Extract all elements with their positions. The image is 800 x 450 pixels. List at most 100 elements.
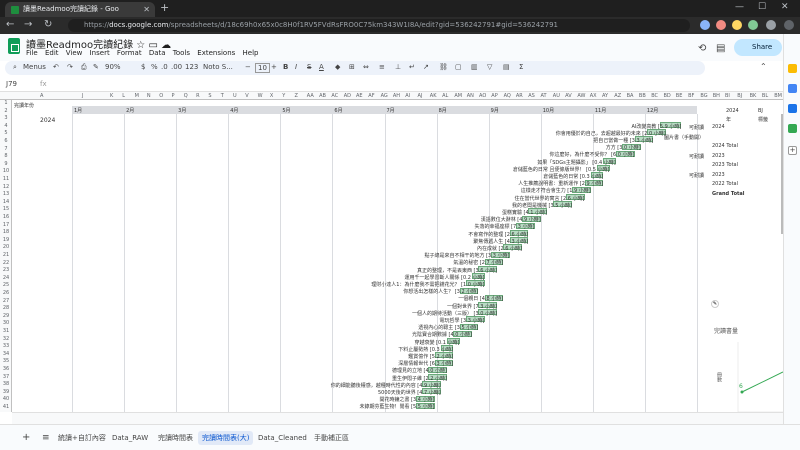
add-sheet-button[interactable]: + [18, 431, 34, 445]
column-header[interactable]: AL [442, 93, 448, 99]
row-header[interactable]: 1 [0, 100, 12, 106]
column-header[interactable]: X [270, 93, 273, 99]
column-header[interactable]: A [40, 93, 43, 99]
undo-icon[interactable]: ↶ [53, 63, 59, 71]
bold-button[interactable]: B [283, 63, 288, 71]
column-header[interactable]: BL [762, 93, 768, 99]
column-header[interactable]: AI [405, 93, 410, 99]
merge-icon[interactable]: ⇔ [363, 63, 369, 71]
maximize-icon[interactable]: ☐ [758, 2, 766, 12]
contacts-icon[interactable] [788, 104, 797, 113]
row-header[interactable]: 19 [0, 237, 12, 243]
row-header[interactable]: 20 [0, 244, 12, 250]
row-header[interactable]: 14 [0, 199, 12, 205]
column-header[interactable]: W [258, 93, 263, 99]
spreadsheet-grid[interactable]: A J K L M N O P Q R S T U V W X Y Z AA AB AC AD AE AF AG AH AI AJ AK… [0, 92, 783, 412]
column-header[interactable]: AW [577, 93, 585, 99]
column-header[interactable]: Q [184, 93, 188, 99]
books-chart[interactable]: 完讀書量 冊數 6 2022 [708, 322, 783, 412]
column-header[interactable]: AM [454, 93, 462, 99]
valign-icon[interactable]: ⊥ [395, 63, 401, 71]
row-header[interactable]: 35 [0, 358, 12, 364]
column-header[interactable]: BG [700, 93, 707, 99]
column-header[interactable]: R [196, 93, 199, 99]
row-header[interactable]: 4 [0, 123, 12, 129]
search-icon[interactable]: ⌕ [13, 63, 17, 72]
strikethrough-button[interactable]: S [307, 63, 311, 71]
column-header[interactable]: Y [282, 93, 285, 99]
chart-icon[interactable]: ▥ [471, 63, 478, 71]
row-header[interactable]: 3 [0, 115, 12, 121]
minimize-icon[interactable]: — [735, 2, 744, 12]
column-header[interactable]: AP [491, 93, 497, 99]
fill-color-icon[interactable]: ◆ [335, 63, 340, 71]
add-on-icon[interactable]: + [788, 146, 797, 155]
address-bar[interactable]: https://docs.google.com/spreadsheets/d/1… [68, 19, 690, 32]
menu-format[interactable]: Format [117, 49, 142, 57]
column-header[interactable]: BB [639, 93, 646, 99]
row-header[interactable]: 28 [0, 305, 12, 311]
filter-views-icon[interactable]: ▤ [503, 63, 510, 71]
row-header[interactable]: 27 [0, 298, 12, 304]
link-icon[interactable]: ⛓ [439, 63, 448, 71]
column-header[interactable]: AK [430, 93, 437, 99]
new-tab-button[interactable]: + [160, 1, 169, 14]
column-header[interactable]: AH [393, 93, 400, 99]
sheets-logo-icon[interactable] [8, 38, 20, 54]
tasks-icon[interactable] [788, 84, 797, 93]
extensions-menu-icon[interactable] [766, 20, 776, 30]
column-header[interactable]: AX [590, 93, 597, 99]
font-size-input[interactable]: 10 [255, 63, 270, 73]
back-icon[interactable]: ← [6, 19, 14, 31]
menu-file[interactable]: File [26, 49, 38, 57]
extension-icon[interactable] [732, 20, 742, 30]
align-icon[interactable]: ≡ [379, 63, 385, 71]
column-header[interactable]: N [147, 93, 151, 99]
maps-icon[interactable] [788, 124, 797, 133]
column-header[interactable]: AE [356, 93, 363, 99]
row-header[interactable]: 5 [0, 130, 12, 136]
redo-icon[interactable]: ↷ [67, 63, 73, 71]
comment-icon[interactable]: ▤ [716, 43, 725, 54]
row-header[interactable]: 21 [0, 252, 12, 258]
column-header[interactable]: S [208, 93, 211, 99]
row-header[interactable]: 22 [0, 260, 12, 266]
keep-icon[interactable] [788, 64, 797, 73]
column-header[interactable]: BJ [737, 93, 742, 99]
menu-edit[interactable]: Edit [45, 49, 59, 57]
row-header[interactable]: 24 [0, 275, 12, 281]
wrap-icon[interactable]: ↵ [409, 63, 415, 71]
percent-button[interactable]: % [151, 63, 158, 71]
sheet-tab-active[interactable]: 完讀時間表(大) [198, 431, 254, 445]
extension-icon[interactable] [716, 20, 726, 30]
borders-icon[interactable]: ⊞ [349, 63, 355, 71]
column-header[interactable]: AA [307, 93, 314, 99]
column-header[interactable]: M [135, 93, 139, 99]
sheet-tab[interactable]: 統讀+自訂內容 [54, 431, 110, 445]
font-size-plus[interactable]: + [271, 63, 277, 71]
column-header[interactable]: AO [479, 93, 486, 99]
year-cell[interactable]: 2024 [40, 117, 55, 124]
row-header[interactable]: 36 [0, 366, 12, 372]
sheet-tab[interactable]: Data_Cleaned [254, 431, 311, 445]
close-tab-icon[interactable]: ✕ [143, 2, 150, 17]
column-header[interactable]: BH [713, 93, 720, 99]
forward-icon[interactable]: → [24, 19, 32, 31]
row-header[interactable]: 34 [0, 351, 12, 357]
row-header[interactable]: 2 [0, 108, 12, 114]
italic-button[interactable]: I [295, 63, 297, 71]
row-header[interactable]: 13 [0, 191, 12, 197]
row-header[interactable]: 30 [0, 320, 12, 326]
text-color-button[interactable]: A [319, 63, 324, 71]
zoom-select[interactable]: 90% [105, 63, 121, 71]
row-header[interactable]: 25 [0, 282, 12, 288]
column-header[interactable]: AZ [614, 93, 621, 99]
row-header[interactable]: 38 [0, 381, 12, 387]
column-header[interactable]: AB [319, 93, 326, 99]
rotate-icon[interactable]: ↗ [423, 63, 429, 71]
column-header[interactable]: AJ [418, 93, 423, 99]
row-header[interactable]: 40 [0, 396, 12, 402]
menus-search[interactable]: Menus [23, 63, 46, 71]
column-header[interactable]: AF [368, 93, 374, 99]
column-header[interactable]: AC [331, 93, 338, 99]
